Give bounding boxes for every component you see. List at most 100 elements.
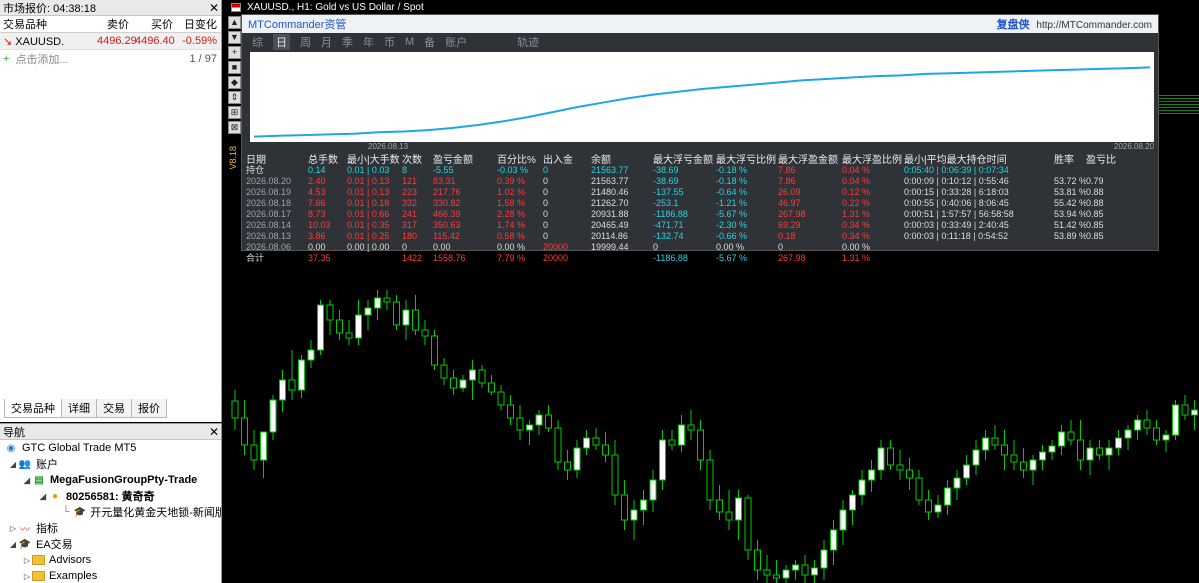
replay-link[interactable]: 复盘侠 xyxy=(997,19,1030,31)
nav-item-examples[interactable]: ▷ Examples xyxy=(0,568,221,583)
tab-quarter[interactable]: 季 xyxy=(342,34,353,50)
stats-cell-mfe: 69.29 xyxy=(778,219,801,230)
collapse-icon[interactable]: ▷ xyxy=(8,524,18,533)
close-icon[interactable]: ✕ xyxy=(207,1,221,15)
candle-body xyxy=(250,444,258,461)
expand-icon[interactable]: ◢ xyxy=(8,540,18,549)
stats-cell-balance: 19999.44 xyxy=(591,241,629,252)
tool-resize-icon[interactable]: ⇕ xyxy=(228,91,241,104)
candle-body xyxy=(279,379,286,401)
candle-body xyxy=(592,437,600,446)
tab-symbols[interactable]: 交易品种 xyxy=(4,399,62,418)
column-change[interactable]: 日变化 xyxy=(176,16,220,32)
candle-body xyxy=(697,429,704,461)
price-marker xyxy=(1159,101,1199,102)
symbol-row[interactable]: ↘ XAUUSD. 4496.29 4496.40 -0.59% xyxy=(0,33,221,50)
stats-cell-pl: 1558.76 xyxy=(433,252,466,263)
expand-icon[interactable]: ◢ xyxy=(22,476,32,485)
candle-body xyxy=(383,297,391,303)
tool-close-icon[interactable]: ⊠ xyxy=(228,121,241,134)
market-watch-tabs: 交易品种 详细 交易 报价 xyxy=(4,399,167,418)
expand-icon[interactable]: ◢ xyxy=(8,460,18,469)
tab-currency[interactable]: 币 xyxy=(384,34,395,50)
tab-week[interactable]: 周 xyxy=(300,34,311,50)
expand-icon[interactable]: ◢ xyxy=(38,492,48,501)
stats-cell-io: 20000 xyxy=(543,252,569,263)
stats-cell-mddp: -0.66 % xyxy=(716,230,748,241)
stats-cell-date: 持仓 xyxy=(246,165,265,175)
navigator-panel: 导航 ✕ ◉ GTC Global Trade MT5 ◢ 👥 账户 ◢ ▤ M… xyxy=(0,423,222,583)
nav-item-accounts[interactable]: ◢ 👥 账户 xyxy=(0,456,221,472)
column-bid[interactable]: 卖价 xyxy=(94,16,132,32)
tab-month[interactable]: 月 xyxy=(321,34,332,50)
candle-body xyxy=(1115,437,1122,449)
nav-item-server[interactable]: ◢ ▤ MegaFusionGroupPty-Trade xyxy=(0,472,221,488)
column-ask[interactable]: 买价 xyxy=(132,16,176,32)
navigator-title: 导航 xyxy=(3,426,25,439)
ea-version-label: V8.18 xyxy=(228,146,238,170)
tab-trading[interactable]: 交易 xyxy=(96,399,132,418)
column-symbol[interactable]: 交易品种 xyxy=(0,16,94,32)
equity-line xyxy=(253,66,1151,138)
tool-diamond-icon[interactable]: ◆ xyxy=(228,76,241,89)
collapse-icon[interactable]: ▷ xyxy=(22,556,32,565)
navigator-titlebar: 导航 ✕ xyxy=(0,424,221,440)
stats-row[interactable]: 2026.08.18 7.66 0.01 | 0.18 332 330.82 1.58 %… xyxy=(246,197,1156,208)
tab-note[interactable]: 备 xyxy=(424,34,435,50)
stats-row[interactable]: 2026.08.06 0.00 0.00 | 0.00 0 0.00 0.00 % 2000… xyxy=(246,241,1156,252)
candle-body xyxy=(1067,431,1075,441)
tool-arrow-up-icon[interactable]: ▲ xyxy=(228,16,241,29)
tool-arrow-down-icon[interactable]: ▼ xyxy=(228,31,241,44)
tab-m[interactable]: M xyxy=(405,36,414,48)
bid-value: 4496.29 xyxy=(97,35,137,47)
candle-body xyxy=(421,329,429,337)
candle-body xyxy=(307,349,315,361)
candle-body xyxy=(1162,434,1170,441)
tab-day[interactable]: 日 xyxy=(273,34,290,50)
close-icon[interactable]: ✕ xyxy=(207,425,221,439)
nav-item-account[interactable]: ◢ ● 80256581: 黄奇奇 xyxy=(0,488,221,504)
tool-grid-icon[interactable]: ⊞ xyxy=(228,106,241,119)
nav-item-terminal[interactable]: ◉ GTC Global Trade MT5 xyxy=(0,440,221,456)
stats-row[interactable]: 合计 37.35 1422 1558.76 7.79 % 20000 -1186.88 -5.… xyxy=(246,252,1156,264)
candle-body xyxy=(488,382,495,393)
collapse-icon[interactable]: ▷ xyxy=(22,572,32,581)
add-symbol-row[interactable]: + 点击添加... 1 / 97 xyxy=(0,50,221,67)
stats-row[interactable]: 2026.08.13 3.86 0.01 | 0.25 180 115.42 0.58 %… xyxy=(246,230,1156,241)
stats-cell-io: 0 xyxy=(543,219,549,230)
price-marker xyxy=(1159,104,1199,105)
nav-item-expert[interactable]: └ 🎓 开元量化黄金天地锁-新闻版 - X xyxy=(0,504,221,520)
stats-row[interactable]: 2026.08.14 10.03 0.01 | 0.35 317 350.63 1.74 … xyxy=(246,219,1156,230)
ask-value: 4496.40 xyxy=(135,35,175,47)
price-chart[interactable]: XAUUSD., H1: Gold vs US Dollar / Spot ▲ … xyxy=(225,0,1199,583)
stats-cell-pl: 0.00 xyxy=(433,241,451,252)
stats-cell-win: 53.81 % xyxy=(1054,186,1086,197)
tab-summary[interactable]: 综 xyxy=(252,34,263,50)
stats-cell-count: 0 xyxy=(402,241,408,252)
nav-item-indicators[interactable]: ▷ 〰 指标 xyxy=(0,520,221,536)
stats-cell-pct: 0.58 % xyxy=(497,230,526,241)
stats-row[interactable]: 2026.08.17 8.73 0.01 | 0.66 241 466.39 2.28 %… xyxy=(246,208,1156,219)
candle-body xyxy=(925,499,932,513)
tab-year[interactable]: 年 xyxy=(363,34,374,50)
tab-track[interactable]: 轨迹 xyxy=(517,34,539,50)
tab-account[interactable]: 账户 xyxy=(445,34,467,50)
nav-item-experts[interactable]: ◢ 🎓 EA交易 xyxy=(0,536,221,552)
tab-details[interactable]: 详细 xyxy=(61,399,97,418)
stats-cell-date: 2026.08.19 xyxy=(246,186,292,197)
stats-cell-count: 8 xyxy=(402,164,408,175)
market-watch-title: 市场报价: 04:38:18 xyxy=(3,2,96,15)
stats-cell-pct: 1.58 % xyxy=(497,197,526,208)
website-link[interactable]: http://MTCommander.com xyxy=(1036,20,1152,31)
tool-plus-icon[interactable]: + xyxy=(228,46,241,59)
stats-row[interactable]: 2026.08.19 4.53 0.01 | 0.13 223 217.76 1.02 %… xyxy=(246,186,1156,197)
stats-row[interactable]: 持仓 0.14 0.01 | 0.03 8 -5.55 -0.03 % 0 21563.77 -… xyxy=(246,164,1156,176)
stats-row[interactable]: 2026.08.20 2.40 0.01 | 0.13 121 83.31 0.39 % 0… xyxy=(246,175,1156,186)
nav-item-advisors[interactable]: ▷ Advisors xyxy=(0,552,221,568)
stats-cell-mfep: 0.12 % xyxy=(842,186,871,197)
tool-square-icon[interactable]: ■ xyxy=(228,61,241,74)
candle-body xyxy=(260,431,267,461)
stats-cell-pl: 115.42 xyxy=(433,230,460,241)
tab-ticks[interactable]: 报价 xyxy=(131,399,167,418)
candle-body xyxy=(630,509,638,521)
